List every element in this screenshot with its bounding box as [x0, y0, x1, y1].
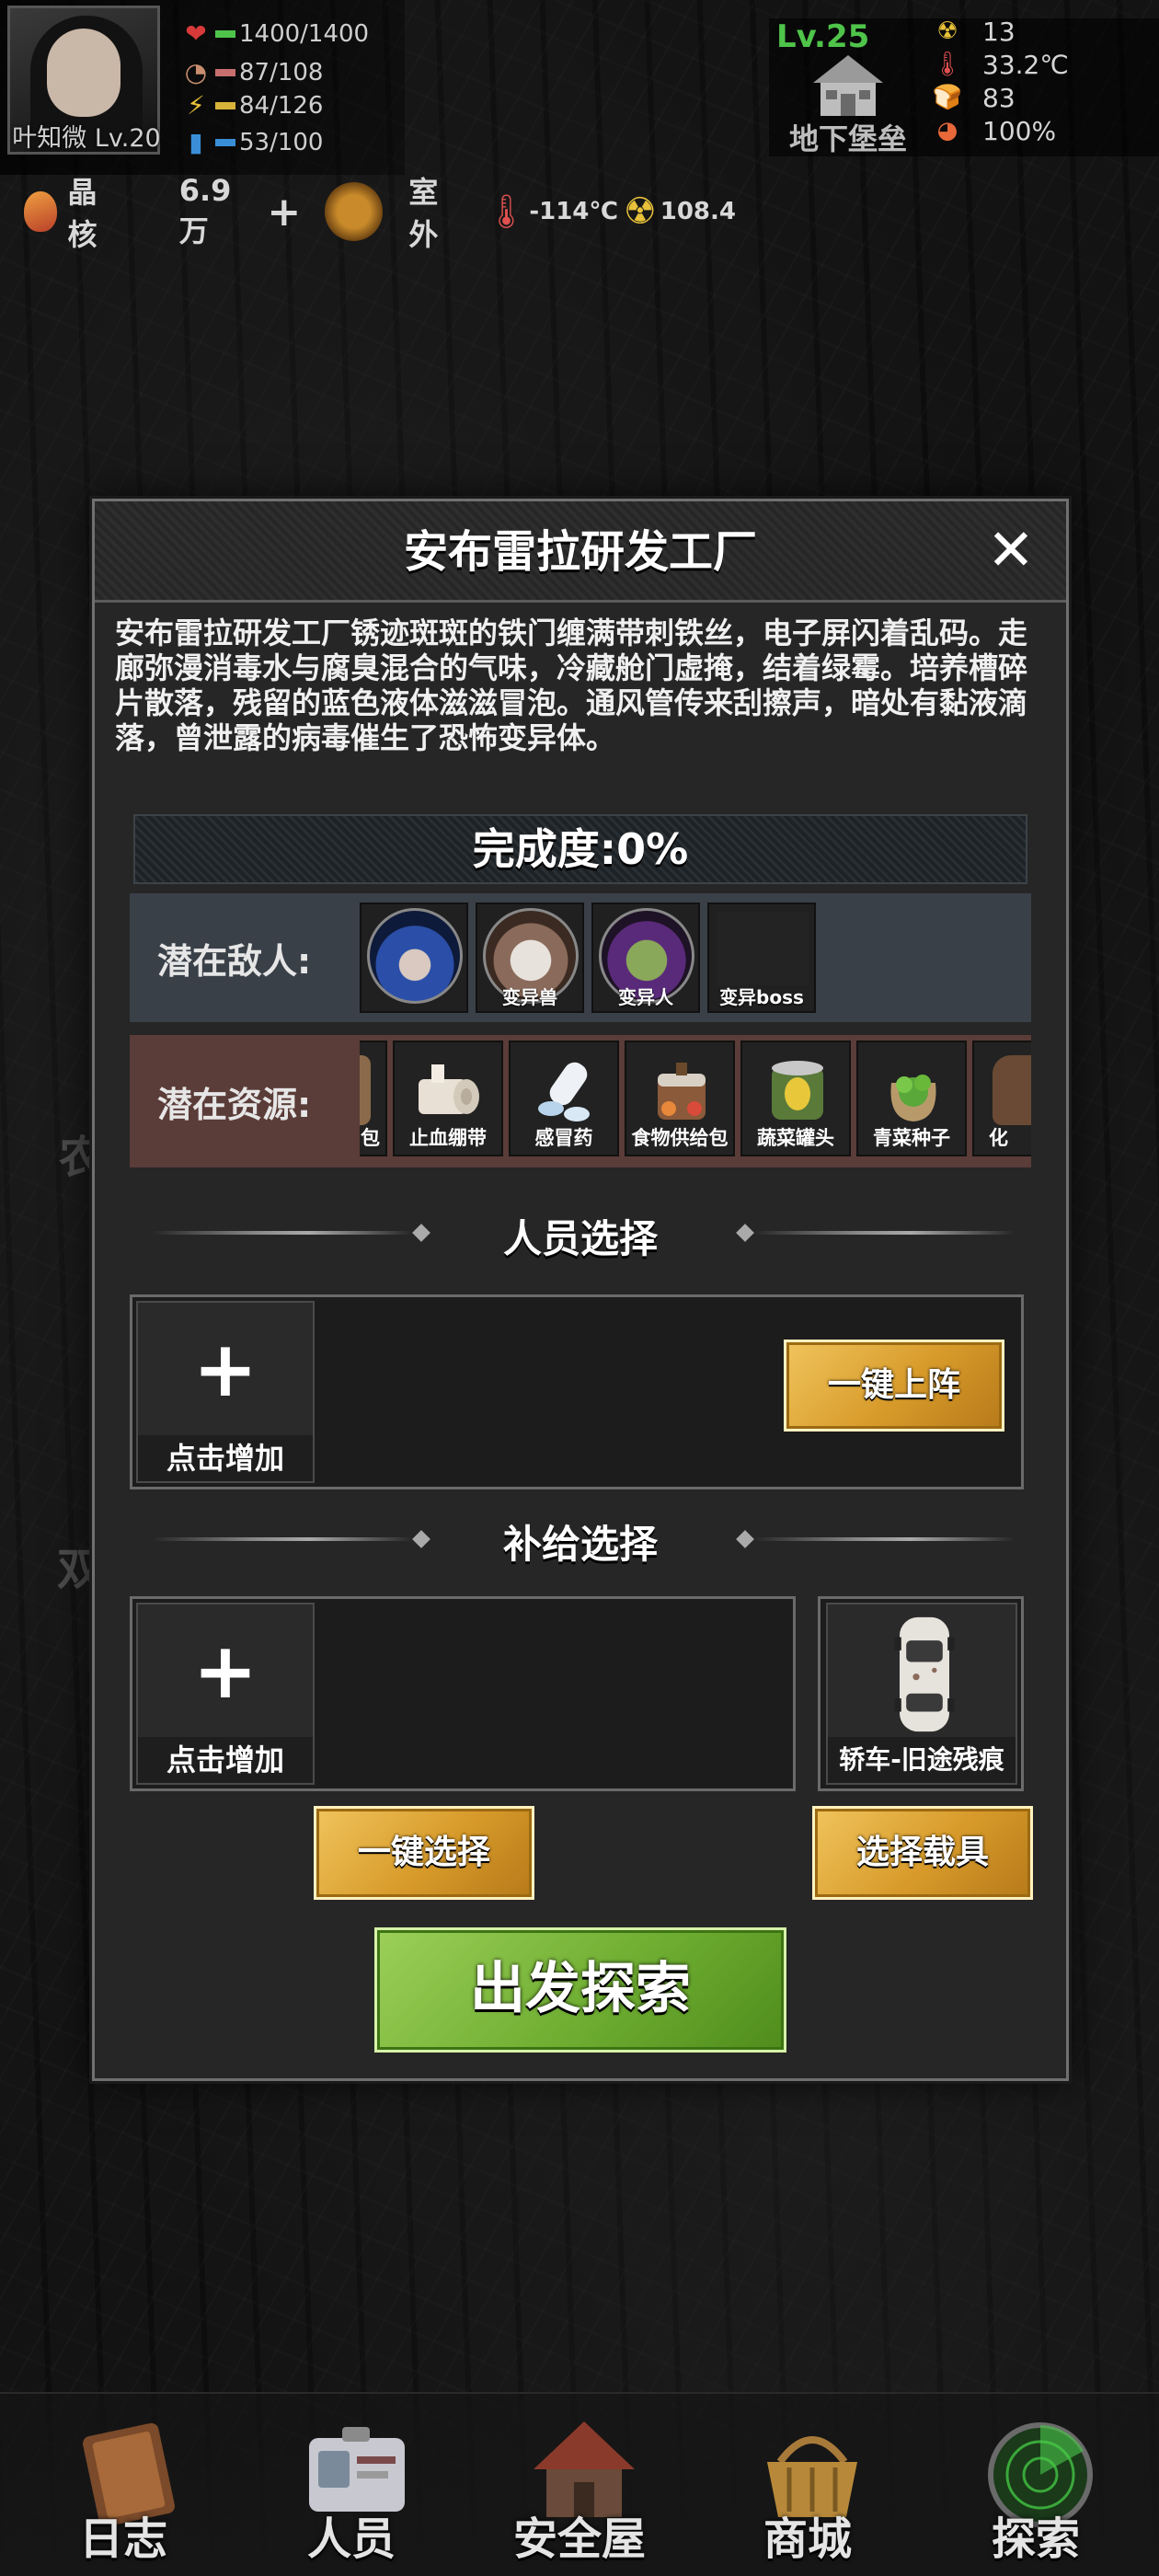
nav-journal[interactable]: 日志: [31, 2401, 215, 2571]
radiation-icon: ☢: [623, 190, 657, 233]
thermometer-icon: 🌡: [485, 193, 528, 231]
personnel-title: 人员选择: [502, 1216, 658, 1261]
enemy-card[interactable]: 变异boss: [707, 903, 816, 1013]
canned-veg-icon: [772, 1061, 823, 1120]
supply-title: 补给选择: [502, 1522, 658, 1567]
crystal-icon: [24, 191, 57, 232]
sack-icon: [993, 1055, 1031, 1125]
crystal-amount: 6.9万: [178, 173, 232, 248]
resource-card[interactable]: 青菜种子: [856, 1041, 967, 1156]
power-icon: ◕: [936, 117, 958, 144]
water-icon: ▮: [189, 127, 203, 157]
potential-resources-row: 潜在资源: 包 止血绷带 感冒药 食物供给包 蔬菜罐头 青菜种子 化: [130, 1035, 1031, 1167]
nav-personnel[interactable]: 人员: [259, 2401, 443, 2571]
completion-text: 完成度:0%: [472, 824, 689, 874]
resources-label: 潜在资源:: [157, 1084, 312, 1125]
energy-icon: ⚡: [187, 90, 205, 121]
enemies-label: 潜在敌人:: [157, 940, 312, 982]
nav-safehouse[interactable]: 安全屋: [488, 2401, 671, 2571]
enemy-card[interactable]: 变异兽: [476, 903, 584, 1013]
completion-bar: 完成度:0%: [133, 814, 1027, 884]
temperature-value: -114℃: [529, 198, 618, 225]
supply-panel: + 点击增加: [130, 1596, 796, 1791]
sedan-car-icon: [894, 1616, 955, 1732]
potential-enemies-row: 潜在敌人: 变异兽 变异人 变异boss: [130, 893, 1031, 1022]
add-crystal-button[interactable]: +: [267, 189, 301, 236]
nav-shop[interactable]: 商城: [716, 2401, 900, 2571]
plus-icon: +: [192, 1626, 258, 1716]
enemy-card[interactable]: 变异人: [591, 903, 700, 1013]
stat-energy: ⚡ 84/126: [180, 90, 323, 121]
auto-deploy-button[interactable]: 一键上阵: [784, 1340, 1004, 1432]
personnel-panel: + 点击增加 一键上阵: [130, 1294, 1024, 1489]
auto-select-button[interactable]: 一键选择: [314, 1806, 534, 1900]
player-name-level: 叶知微 Lv.20: [12, 124, 161, 153]
resource-card[interactable]: 蔬菜罐头: [740, 1041, 851, 1156]
resource-card[interactable]: 感冒药: [509, 1041, 619, 1156]
thermometer-icon: 🌡: [932, 51, 963, 78]
food-pack-icon: [658, 1063, 706, 1120]
sun-icon: [325, 182, 384, 241]
location-label: 室外: [408, 175, 439, 252]
location-description: 安布雷拉研发工厂锈迹斑斑的铁门缠满带刺铁丝，电子屏闪着乱码。走廊弥漫消毒水与腐臭…: [115, 615, 1028, 755]
crystal-label: 晶核: [67, 175, 98, 252]
divider-right: [753, 1231, 1015, 1235]
resource-card[interactable]: 食物供给包: [625, 1041, 735, 1156]
vehicle-card[interactable]: 轿车-旧途残痕: [826, 1603, 1017, 1785]
modal-title: 安布雷拉研发工厂: [403, 526, 757, 578]
vehicle-name: 轿车-旧途残痕: [828, 1737, 1016, 1783]
heart-icon: ❤: [185, 18, 207, 49]
resource-card[interactable]: 止血绷带: [393, 1041, 503, 1156]
radiation-icon: ☢: [936, 17, 958, 45]
bag-icon: [360, 1055, 371, 1125]
stat-water: ▮ 53/100: [180, 127, 323, 158]
stat-hunger: ◔ 87/108: [180, 57, 324, 88]
modal-header: 安布雷拉研发工厂 ✕: [95, 501, 1066, 603]
nav-explore[interactable]: 探索: [944, 2401, 1128, 2571]
stat-health: ❤ 1400/1400: [180, 18, 369, 50]
divider-right: [753, 1537, 1015, 1541]
resource-row: 晶核 6.9万 + 室外 🌡 -114℃ ☢ 108.4: [0, 173, 736, 252]
select-vehicle-button[interactable]: 选择载具: [812, 1806, 1033, 1900]
seed-bag-icon: [890, 1075, 936, 1121]
pills-icon: [538, 1062, 590, 1121]
base-level: Lv.25: [776, 18, 870, 55]
base-env-stats: ☢ 13 🌡 33.2℃ 🍞 83 ◕ 100%: [929, 15, 1068, 147]
add-supply-slot[interactable]: + 点击增加: [136, 1603, 315, 1785]
bandage-icon: [419, 1064, 479, 1114]
mutant-boss-icon: [717, 912, 809, 985]
house-icon: [813, 55, 883, 116]
vehicle-panel: 轿车-旧途残痕: [818, 1596, 1024, 1791]
resource-card[interactable]: 包: [360, 1041, 387, 1156]
close-button[interactable]: ✕: [981, 522, 1040, 581]
food-icon: 🍞: [932, 84, 963, 111]
location-modal: 安布雷拉研发工厂 ✕ 安布雷拉研发工厂锈迹斑斑的铁门缠满带刺铁丝，电子屏闪着乱码…: [92, 499, 1069, 2081]
resource-card[interactable]: 化: [972, 1041, 1031, 1156]
base-name: 地下堡垒: [789, 121, 908, 156]
radiation-value: 108.4: [660, 198, 736, 225]
close-icon: ✕: [987, 516, 1035, 583]
enemy-card[interactable]: [360, 903, 468, 1013]
plus-icon: +: [192, 1324, 258, 1414]
hunger-icon: ◔: [184, 57, 208, 87]
resources-scroll[interactable]: 包 止血绷带 感冒药 食物供给包 蔬菜罐头 青菜种子 化: [360, 1041, 1031, 1162]
depart-explore-button[interactable]: 出发探索: [374, 1927, 786, 2053]
blue-hair-zombie-icon: [367, 908, 463, 1004]
add-personnel-slot[interactable]: + 点击增加: [136, 1301, 315, 1483]
